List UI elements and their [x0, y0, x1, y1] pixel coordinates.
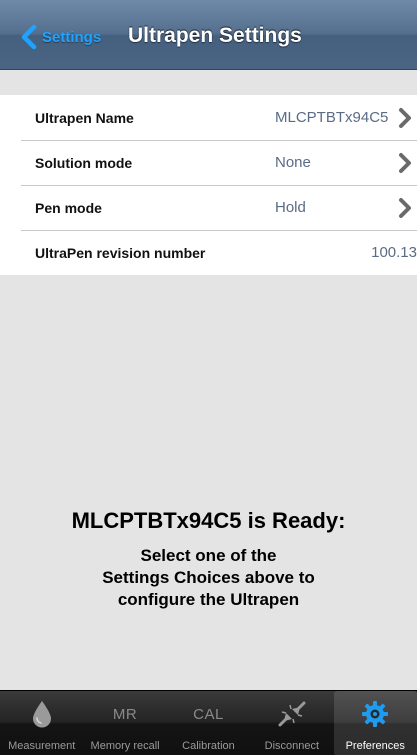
revision-number-value: 100.13 [371, 244, 417, 261]
row-label: Pen mode [35, 199, 102, 216]
ready-title: MLCPTBTx94C5 is Ready: [71, 508, 346, 533]
tab-memory-recall[interactable]: MR Memory recall [83, 691, 166, 755]
gear-icon [362, 701, 389, 727]
tab-label: Measurement [8, 740, 76, 752]
tab-measurement[interactable]: Measurement [0, 691, 83, 755]
row-value: Hold [275, 199, 306, 216]
row-value: None [275, 154, 311, 171]
water-drop-icon [32, 701, 51, 728]
solution-mode-row[interactable]: Solution mode None [0, 140, 417, 185]
tab-bar: Measurement MR Memory recall CAL Calibra… [0, 690, 417, 755]
back-button[interactable]: Settings [20, 22, 101, 52]
tab-label: Calibration [182, 740, 235, 752]
page-title: Ultrapen Settings [128, 24, 302, 47]
chevron-right-icon [399, 107, 411, 128]
row-label: Ultrapen Name [35, 109, 134, 126]
ultrapen-name-row[interactable]: Ultrapen Name MLCPTBTx94C5 [0, 95, 417, 140]
tab-disconnect[interactable]: Disconnect [250, 691, 333, 755]
row-label: Solution mode [35, 154, 133, 171]
chevron-right-icon [399, 152, 411, 173]
ready-instructions: Select one of the Settings Choices above… [102, 546, 315, 609]
row-value: MLCPTBTx94C5 [275, 109, 389, 126]
pen-mode-row[interactable]: Pen mode Hold [0, 185, 417, 230]
tab-calibration[interactable]: CAL Calibration [167, 691, 250, 755]
memory-recall-icon: MR [112, 705, 138, 723]
tab-preferences[interactable]: Preferences [333, 691, 417, 755]
settings-list: Ultrapen Name MLCPTBTx94C5 Solution mode… [0, 95, 417, 275]
navigation-bar: Settings Ultrapen Settings [0, 0, 417, 70]
chevron-right-icon [399, 197, 411, 218]
tab-label: Disconnect [264, 740, 320, 752]
row-label: UltraPen revision number [35, 244, 206, 261]
disconnect-icon [278, 701, 306, 727]
back-chevron-icon [21, 24, 37, 50]
tab-label: Preferences [345, 740, 405, 752]
back-button-label: Settings [42, 28, 102, 46]
tab-label: Memory recall [90, 740, 160, 752]
calibration-icon: CAL [193, 705, 224, 723]
revision-number-row: UltraPen revision number 100.13 [0, 230, 417, 275]
